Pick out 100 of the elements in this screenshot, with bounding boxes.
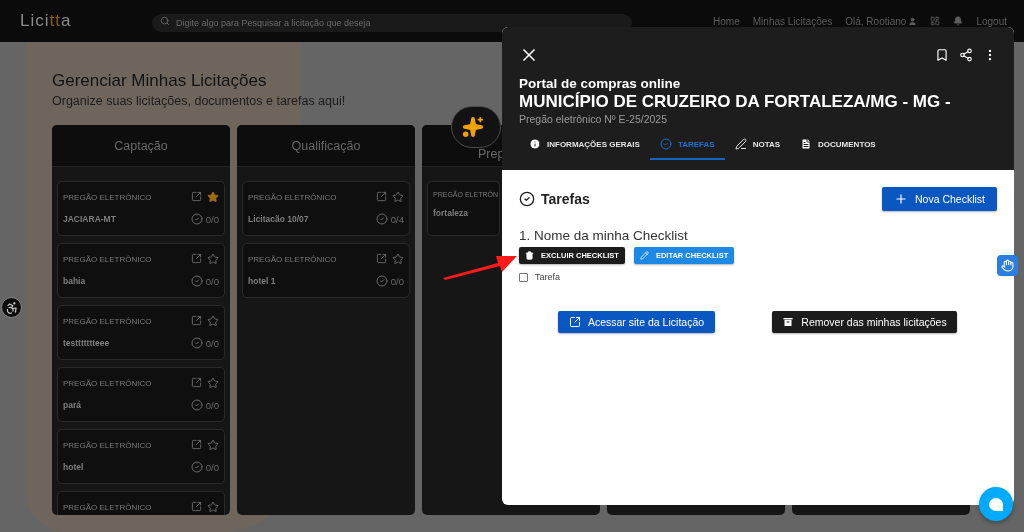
- external-link-icon[interactable]: [191, 501, 202, 512]
- bid-card[interactable]: PREGÃO ELETRÔNICO bahia 0/0: [57, 243, 225, 298]
- accessibility-button[interactable]: [1, 297, 22, 318]
- star-icon[interactable]: [207, 501, 219, 513]
- task-count: 0/0: [205, 213, 219, 225]
- external-link-icon[interactable]: [191, 315, 202, 326]
- tab[interactable]: INFORMAÇÕES GERAIS: [519, 131, 650, 160]
- task-count: 0/0: [205, 275, 219, 287]
- external-link-icon[interactable]: [376, 191, 387, 202]
- column-title: Qualificação: [291, 138, 361, 153]
- card-type: PREGÃO ELETRÔNICO: [248, 254, 337, 264]
- column-title: Captação: [114, 138, 168, 153]
- check-circle-icon: [375, 213, 388, 225]
- external-link-icon[interactable]: [191, 253, 202, 264]
- hand-button[interactable]: [997, 255, 1018, 276]
- dashboard-icon[interactable]: [930, 16, 941, 26]
- task-count: 0/0: [205, 461, 219, 473]
- accessibility-icon: [4, 300, 19, 315]
- chat-bubble-icon: [989, 497, 1003, 511]
- external-link-icon[interactable]: [376, 253, 387, 264]
- plus-icon: [894, 192, 908, 206]
- hand-icon: [1001, 259, 1014, 272]
- external-link-icon[interactable]: [191, 439, 202, 450]
- check-circle-icon: [519, 191, 535, 207]
- page-title: Gerenciar Minhas Licitações: [52, 71, 267, 91]
- check-circle-icon: [190, 275, 203, 287]
- check-circle-icon: [659, 138, 672, 150]
- nav-link[interactable]: Minhas Licitações: [752, 15, 833, 27]
- open-site-button[interactable]: Acessar site da Licitação: [558, 311, 715, 333]
- card-type: PREGÃO ELETRÔNICO: [63, 254, 152, 264]
- search-field[interactable]: Digite algo para Pesquisar a licitação que deseja: [152, 14, 632, 32]
- check-circle-icon: [190, 337, 203, 349]
- card-type: PREGÃO ELETRÔNICO: [63, 378, 152, 388]
- external-link-icon[interactable]: [191, 377, 202, 388]
- card-title: Licitacão 10/07: [248, 214, 309, 224]
- card-title: hotel: [63, 462, 84, 472]
- star-icon[interactable]: [207, 377, 219, 389]
- bookmark-icon: [935, 48, 949, 62]
- page-subtitle: Organize suas licitações, documentos e tarefas aqui!: [52, 94, 346, 108]
- card-type: PREGÃO ELETRÔNICO: [63, 316, 152, 326]
- check-circle-icon: [190, 213, 203, 225]
- pencil-icon: [639, 251, 649, 260]
- archive-icon: [782, 316, 795, 328]
- star-icon[interactable]: [207, 253, 219, 265]
- bid-card[interactable]: PREGÃO ELETRÔNICO testtttttteee 0/0: [57, 305, 225, 360]
- check-circle-icon: [375, 275, 388, 287]
- bookmark-button[interactable]: [935, 48, 949, 62]
- bell-icon[interactable]: [953, 16, 964, 26]
- logo[interactable]: Licitta: [20, 11, 152, 31]
- card-title: bahia: [63, 276, 86, 286]
- info-icon: [529, 138, 541, 150]
- card-title: JACIARA-MT: [63, 214, 116, 224]
- bid-card[interactable]: PREGÃO ELETRÔNICO JACIARA-MT 0/0: [57, 181, 225, 236]
- nav-link[interactable]: Home: [713, 15, 740, 27]
- sparkle-button[interactable]: [451, 106, 501, 148]
- card-type: PREGÃO ELETRÔNICO: [63, 192, 152, 202]
- search-icon: [160, 16, 170, 26]
- tab[interactable]: DOCUMENTOS: [790, 131, 886, 160]
- sparkle-icon: [462, 116, 484, 138]
- document-icon: [800, 138, 813, 150]
- check-circle-icon: [190, 399, 203, 411]
- heading-text: Tarefas: [541, 191, 590, 207]
- new-checklist-button[interactable]: Nova Checklist: [882, 187, 997, 211]
- tab[interactable]: TAREFAS: [649, 131, 725, 160]
- bid-card[interactable]: PREGÃO ELETRÔNICO: [57, 491, 225, 515]
- person-icon: [908, 16, 918, 26]
- task-count: 0/0: [205, 337, 219, 349]
- star-icon[interactable]: [207, 315, 219, 327]
- bid-card[interactable]: PREGÃO ELETRÔNICO Licitacão 10/07 0/4: [242, 181, 410, 236]
- star-icon[interactable]: [392, 191, 404, 203]
- star-icon[interactable]: [207, 191, 219, 203]
- task-count: 0/4: [390, 213, 404, 225]
- card-title: testtttttteee: [63, 338, 110, 348]
- card-type: PREGÃO ELETRÔNICO: [63, 502, 152, 512]
- chat-button[interactable]: [979, 487, 1013, 521]
- star-icon[interactable]: [392, 253, 404, 265]
- remove-button[interactable]: Remover das minhas licitações: [772, 311, 957, 333]
- bid-title: MUNICÍPIO DE CRUZEIRO DA FORTALEZA/MG - MG -: [519, 92, 952, 112]
- bid-card[interactable]: PREGÃO ELETRÔNICO pará 0/0: [57, 367, 225, 422]
- share-icon: [959, 48, 973, 62]
- card-type: PREGÃO ELETRÔNICO: [63, 440, 152, 450]
- logout-link[interactable]: Logout: [976, 15, 1007, 27]
- bid-card[interactable]: PREGÃO ELETRÔNICO hotel 1 0/0: [242, 243, 410, 298]
- user-link[interactable]: Olá, Rootiano: [845, 15, 918, 27]
- bid-card[interactable]: PREGÃO ELETRÔNICO hotel 0/0: [57, 429, 225, 484]
- notes-icon: [734, 138, 747, 150]
- star-icon[interactable]: [207, 439, 219, 451]
- card-type: PREGÃO ELETRÔNICO: [248, 192, 337, 202]
- tab[interactable]: NOTAS: [724, 131, 791, 160]
- share-button[interactable]: [959, 48, 973, 62]
- checklist-title: 1. Nome da minha Checklist: [519, 228, 689, 243]
- trash-icon: [525, 251, 534, 260]
- task-count: 0/0: [390, 275, 404, 287]
- portal-name: Portal de compras online: [519, 76, 682, 91]
- card-title: pará: [63, 400, 81, 410]
- task-checkbox[interactable]: Tarefa: [519, 272, 997, 282]
- task-count: 0/0: [205, 399, 219, 411]
- external-link-icon[interactable]: [191, 191, 202, 202]
- card-title: fortaleza: [433, 208, 468, 218]
- card-title: hotel 1: [248, 276, 276, 286]
